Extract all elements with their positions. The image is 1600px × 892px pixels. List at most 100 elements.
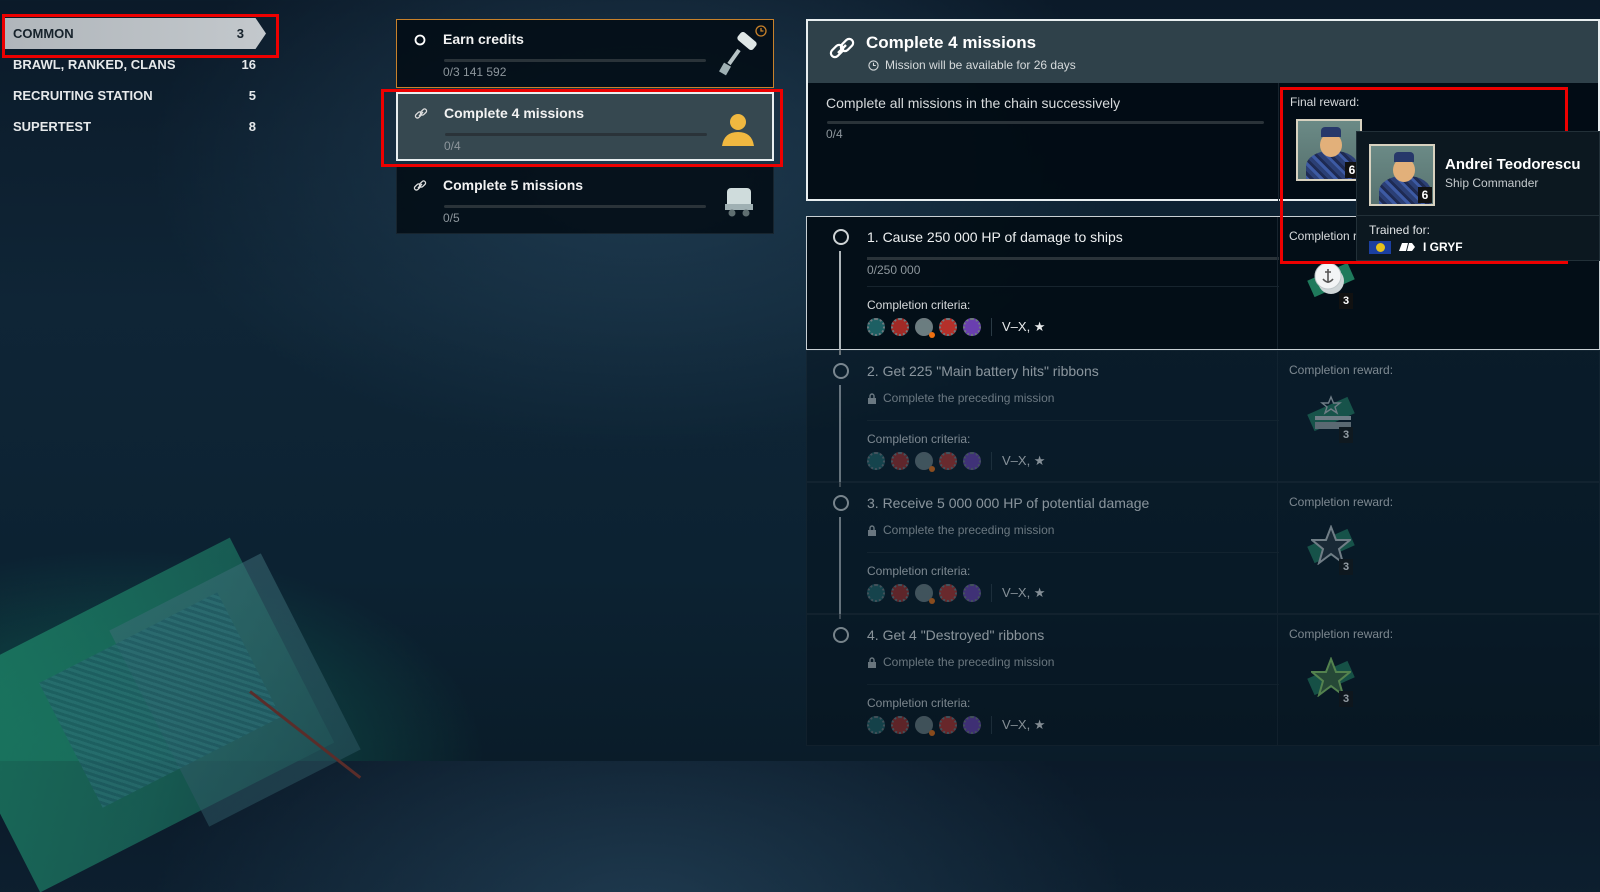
chain-link-icon <box>414 108 428 119</box>
trained-ship: I GRYF <box>1369 240 1463 254</box>
mission-title: Complete 5 missions <box>443 177 584 193</box>
submarine-icon <box>963 452 981 470</box>
criteria-row: V–X, ★ <box>867 452 1046 472</box>
task-reward[interactable]: 3 <box>1307 257 1357 309</box>
trained-for-label: Trained for: <box>1369 223 1430 237</box>
task-reward[interactable]: 3 <box>1307 655 1357 707</box>
cruiser-icon <box>891 584 909 602</box>
category-label: RECRUITING STATION <box>13 88 153 103</box>
aircraft-carrier-icon <box>915 584 935 604</box>
commander-level-badge: 6 <box>1418 187 1432 203</box>
task-reward[interactable]: 3 <box>1307 523 1357 575</box>
mission-list: Earn credits 0/3 141 592 Complete 4 miss… <box>396 19 774 238</box>
rank-insignia-icon <box>1315 395 1351 429</box>
task-status-icon <box>833 229 849 245</box>
paint-roller-icon <box>719 32 757 76</box>
category-supertest[interactable]: SUPERTEST 8 <box>4 111 274 142</box>
portrait-cap <box>1394 152 1414 162</box>
criteria-label: Completion criteria: <box>867 564 971 578</box>
criteria-row: V–X, ★ <box>867 716 1045 736</box>
divider <box>991 716 992 734</box>
aircraft-carrier-icon <box>915 452 935 472</box>
chain-link-icon <box>413 180 427 191</box>
chain-link-icon <box>829 37 855 59</box>
task-status-icon <box>833 363 849 379</box>
lock-text: Complete the preceding mission <box>883 655 1055 669</box>
criteria-label: Completion criteria: <box>867 432 971 446</box>
mission-progress-text: 0/5 <box>443 211 460 225</box>
supply-cart-icon <box>725 188 753 217</box>
lock-text: Complete the preceding mission <box>883 523 1055 537</box>
category-count: 8 <box>248 119 256 134</box>
task-item[interactable]: 4. Get 4 "Destroyed" ribbons Complete th… <box>806 614 1600 746</box>
detail-progress-text: 0/4 <box>826 127 843 141</box>
divider <box>867 420 1279 421</box>
clock-icon <box>868 59 879 71</box>
reward-count: 3 <box>1339 427 1353 443</box>
category-count: 3 <box>236 26 244 41</box>
divider <box>991 584 992 602</box>
task-title: 4. Get 4 "Destroyed" ribbons <box>867 627 1045 643</box>
battleship-icon <box>939 452 957 470</box>
aircraft-carrier-icon <box>915 716 935 736</box>
lock-icon <box>868 524 876 536</box>
criteria-row: V–X, ★ <box>867 584 1045 604</box>
lock-icon <box>868 656 876 668</box>
divider <box>1277 615 1278 745</box>
availability-line: Mission will be available for 26 days <box>868 58 1076 72</box>
task-item[interactable]: 3. Receive 5 000 000 HP of potential dam… <box>806 482 1600 619</box>
final-reward-label: Final reward: <box>1290 95 1360 109</box>
lock-line: Complete the preceding mission <box>867 655 1054 669</box>
commander-tooltip: 6 Andrei Teodorescu Ship Commander Train… <box>1356 131 1600 261</box>
category-common[interactable]: COMMON 3 <box>4 18 266 49</box>
detail-title: Complete 4 missions <box>866 33 1037 52</box>
criteria-label: Completion criteria: <box>867 696 971 710</box>
category-count: 5 <box>248 88 256 103</box>
commander-role: Ship Commander <box>1445 176 1539 190</box>
task-progress-text: 0/250 000 <box>867 263 921 277</box>
divider <box>1277 351 1278 481</box>
chain-connector <box>839 251 841 355</box>
mission-card-complete-4-missions[interactable]: Complete 4 missions 0/4 <box>396 92 774 161</box>
destroyer-class-icon <box>1399 243 1415 251</box>
reward-label: Completion reward: <box>1289 627 1394 641</box>
reward-label: Completion reward: <box>1289 363 1394 377</box>
ship-name: I GRYF <box>1423 240 1463 254</box>
task-item[interactable]: 2. Get 225 "Main battery hits" ribbons C… <box>806 350 1600 487</box>
chain-connector <box>839 517 841 619</box>
submarine-icon <box>963 318 981 336</box>
tooltip-commander-portrait: 6 <box>1369 144 1435 206</box>
tier-range: V–X, ★ <box>1002 453 1046 468</box>
single-mission-icon <box>414 34 426 46</box>
final-reward-commander-portrait[interactable]: 6 <box>1296 119 1362 181</box>
lock-line: Complete the preceding mission <box>867 391 1054 405</box>
mission-card-earn-credits[interactable]: Earn credits 0/3 141 592 <box>396 19 774 88</box>
lock-icon <box>868 392 876 404</box>
divider <box>1277 483 1278 613</box>
lock-text: Complete the preceding mission <box>883 391 1055 405</box>
mission-progress-bar <box>444 205 706 208</box>
tier-range: V–X, ★ <box>1002 319 1046 334</box>
divider <box>1357 215 1599 216</box>
mission-progress-text: 0/3 141 592 <box>443 65 507 79</box>
task-reward[interactable]: 3 <box>1307 391 1357 443</box>
divider <box>991 318 992 336</box>
category-label: COMMON <box>13 26 74 41</box>
destroyer-icon <box>867 452 885 470</box>
cruiser-icon <box>891 318 909 336</box>
divider <box>867 286 1279 287</box>
mission-card-complete-5-missions[interactable]: Complete 5 missions 0/5 <box>396 165 774 234</box>
divider <box>867 552 1279 553</box>
mission-title: Earn credits <box>443 31 524 47</box>
detail-description: Complete all missions in the chain succe… <box>826 95 1121 111</box>
detail-header: Complete 4 missions Mission will be avai… <box>808 21 1598 83</box>
mission-title: Complete 4 missions <box>444 105 585 121</box>
destroyer-icon <box>867 318 885 336</box>
task-title: 3. Receive 5 000 000 HP of potential dam… <box>867 495 1150 511</box>
battleship-icon <box>939 318 957 336</box>
category-recruiting-station[interactable]: RECRUITING STATION 5 <box>4 80 274 111</box>
reward-count: 3 <box>1339 691 1353 707</box>
chain-connector <box>839 385 841 487</box>
category-count: 16 <box>241 57 256 72</box>
category-brawl-ranked-clans[interactable]: BRAWL, RANKED, CLANS 16 <box>4 49 274 80</box>
